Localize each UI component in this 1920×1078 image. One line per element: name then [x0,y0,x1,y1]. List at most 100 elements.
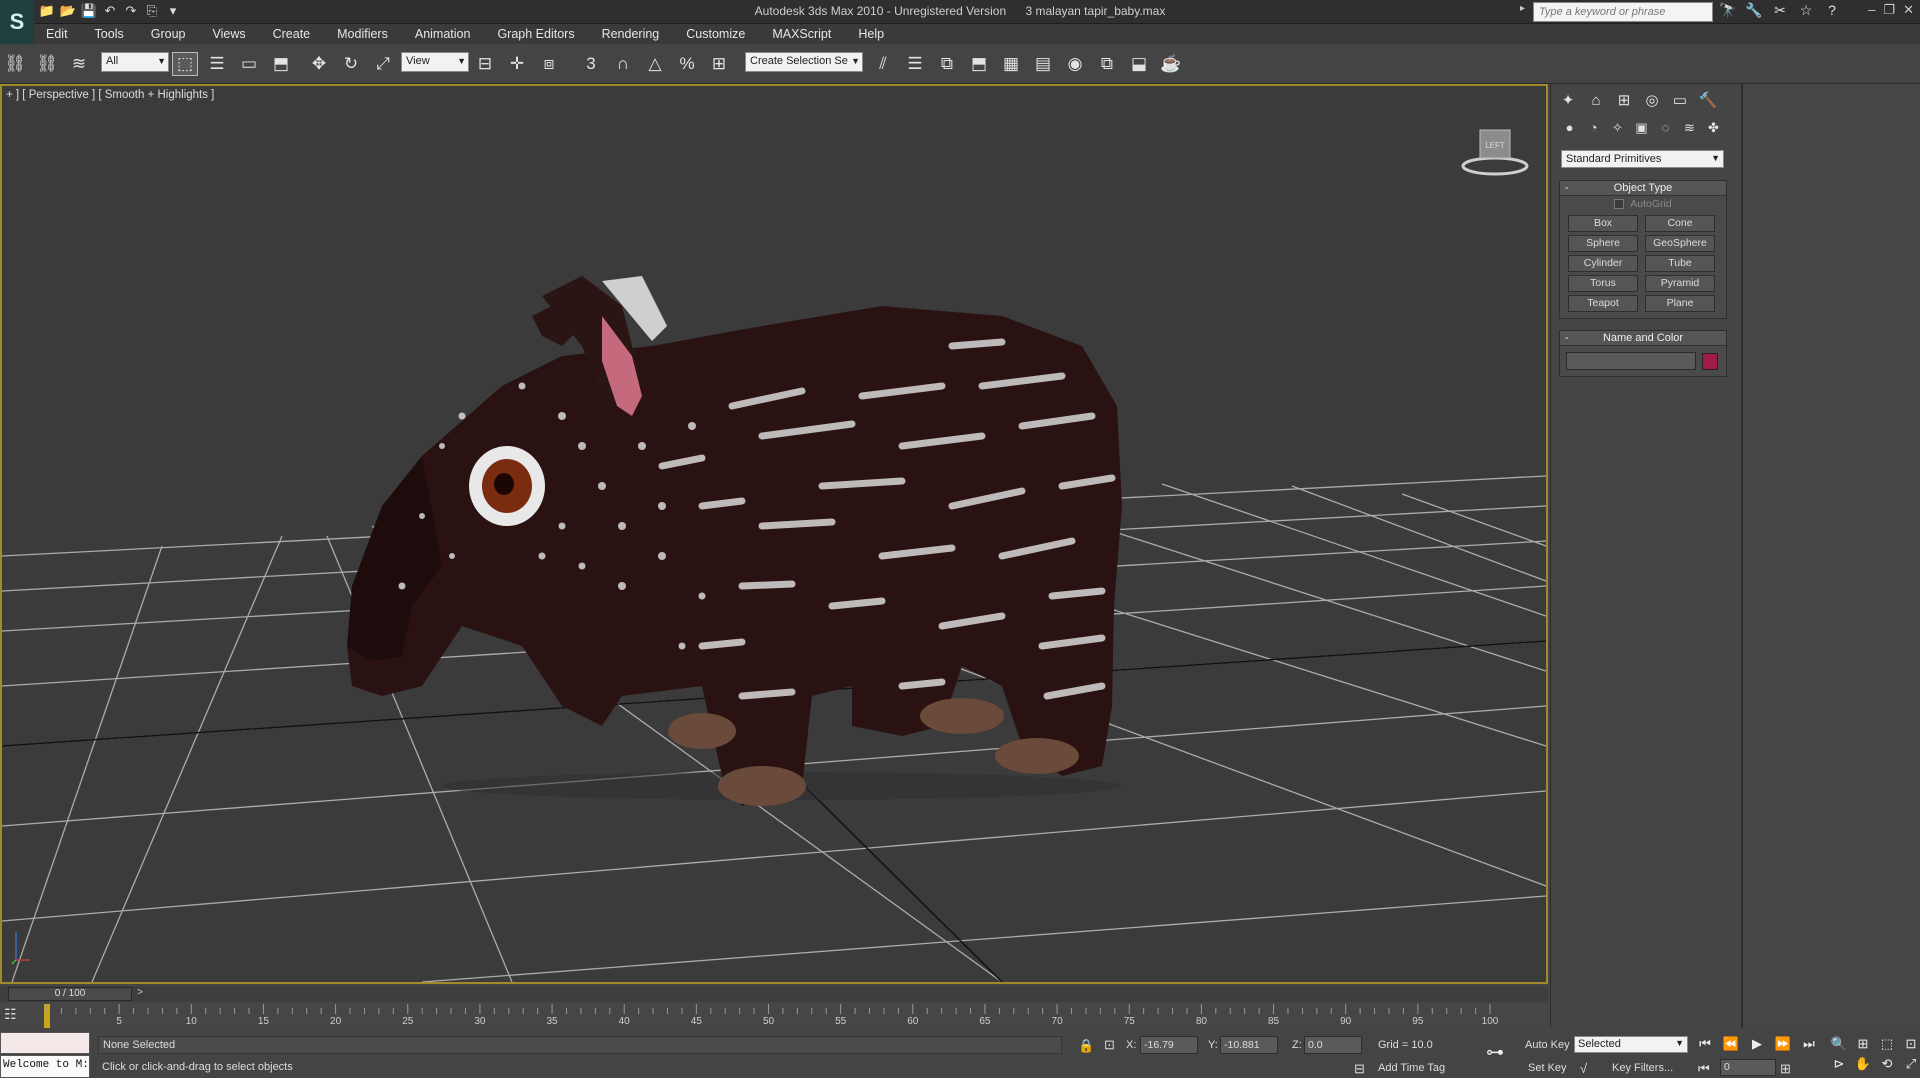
select-and-rotate-icon[interactable]: ↻ [338,52,364,76]
select-object-icon[interactable]: ⬚ [172,52,198,76]
mirror-icon[interactable]: ⫽ [870,52,896,76]
geometry-icon[interactable]: ● [1559,118,1580,138]
percent-snap-icon[interactable]: % [674,52,700,76]
go-to-start-icon[interactable]: ⏮ [1696,1036,1714,1052]
modify-tab-icon[interactable]: ⌂ [1585,90,1607,112]
help-icon[interactable]: ? [1822,2,1842,22]
geosphere-button[interactable]: GeoSphere [1645,235,1715,252]
render-production-teapot-icon[interactable]: ☕ [1158,52,1184,76]
display-tab-icon[interactable]: ▭ [1669,90,1691,112]
communication-icon[interactable]: ✂ [1770,2,1790,22]
viewcube-icon[interactable]: LEFT [1460,124,1530,180]
layer-manager-icon[interactable]: ⧉ [934,52,960,76]
orbit-icon[interactable]: ⟲ [1876,1056,1898,1072]
cameras-icon[interactable]: ▣ [1631,118,1652,138]
zoom-extents-icon[interactable]: ⬚ [1876,1036,1898,1052]
next-frame-arrow[interactable]: > [134,987,146,1001]
menu-rendering[interactable]: Rendering [602,27,660,41]
menu-modifiers[interactable]: Modifiers [337,27,388,41]
object-type-header[interactable]: - Object Type [1560,181,1726,196]
pyramid-button[interactable]: Pyramid [1645,275,1715,292]
next-frame-icon[interactable]: ⏩ [1774,1036,1792,1052]
torus-button[interactable]: Torus [1568,275,1638,292]
schematic-view-icon[interactable]: ▤ [1030,52,1056,76]
create-tab-icon[interactable]: ✦ [1557,90,1579,112]
key-filters-button[interactable]: Key Filters... [1612,1062,1673,1074]
x-coordinate-field[interactable]: -16.79 [1140,1036,1198,1054]
plane-button[interactable]: Plane [1645,295,1715,312]
rendered-frame-window-icon[interactable]: ⬓ [1126,52,1152,76]
current-frame-field[interactable]: 0 [1720,1059,1776,1076]
lights-icon[interactable]: ✧ [1607,118,1628,138]
curve-editor-icon[interactable]: ▦ [998,52,1024,76]
maximize-viewport-icon[interactable]: ⤢ [1900,1056,1920,1072]
primitive-category-dropdown[interactable]: Standard Primitives ▼ [1561,150,1724,168]
track-bar[interactable]: ☷ 5 10 15 20 25 30 35 40 45 50 55 60 65 70 75 80 85 90 95 1… [0,1002,1548,1028]
snaps-toggle-icon[interactable]: 3 [578,52,604,76]
z-coordinate-field[interactable]: 0.0 [1304,1036,1362,1054]
named-selection-dropdown[interactable]: Create Selection Se ▼ [745,52,863,72]
angle-snap-icon[interactable]: ∩ [610,52,636,76]
menu-customize[interactable]: Customize [686,27,745,41]
selection-filter-dropdown[interactable]: All ▼ [101,52,169,72]
menu-group[interactable]: Group [151,27,186,41]
unlink-selection-icon[interactable]: ⛓ [34,52,60,76]
use-pivot-center-icon[interactable]: ⊟ [472,52,498,76]
box-button[interactable]: Box [1568,215,1638,232]
teapot-button[interactable]: Teapot [1568,295,1638,312]
menu-views[interactable]: Views [212,27,245,41]
object-name-field[interactable] [1566,352,1696,370]
utilities-tab-icon[interactable]: 🔨 [1697,90,1719,112]
spinner-snap-icon[interactable]: ⊞ [706,52,732,76]
rectangular-region-icon[interactable]: ▭ [236,52,262,76]
align-icon[interactable]: ☰ [902,52,928,76]
hierarchy-tab-icon[interactable]: ⊞ [1613,90,1635,112]
maxscript-listener-output[interactable]: Welcome to M: [0,1055,90,1078]
menu-maxscript[interactable]: MAXScript [772,27,831,41]
motion-tab-icon[interactable]: ◎ [1641,90,1663,112]
zoom-all-icon[interactable]: ⊞ [1852,1036,1874,1052]
set-key-button[interactable]: Set Key [1528,1062,1567,1074]
select-and-scale-icon[interactable]: ⤢ [370,52,396,76]
menu-tools[interactable]: Tools [95,27,124,41]
shapes-icon[interactable]: ◔ [1583,118,1604,138]
manipulate-icon[interactable]: ✛ [504,52,530,76]
object-color-swatch[interactable] [1702,352,1718,370]
graphite-modeling-icon[interactable]: ⬒ [966,52,992,76]
zoom-extents-all-icon[interactable]: ⊡ [1900,1036,1920,1052]
helpers-icon[interactable]: ◌ [1655,118,1676,138]
render-setup-icon[interactable]: ⧉ [1094,52,1120,76]
perspective-viewport[interactable]: + ] [ Perspective ] [ Smooth + Highlight… [0,84,1548,984]
time-configuration-icon[interactable]: ⊞ [1780,1061,1791,1077]
key-mode-toggle-icon[interactable]: ⏮ [1698,1061,1710,1077]
favorites-star-icon[interactable]: ☆ [1796,2,1816,22]
material-editor-icon[interactable]: ◉ [1062,52,1088,76]
autogrid-checkbox[interactable] [1614,199,1625,209]
keyboard-shortcut-override-icon[interactable]: ⧈ [536,52,562,76]
set-key-icon[interactable]: ⊶ [1486,1042,1504,1063]
zoom-icon[interactable]: 🔍 [1828,1036,1850,1052]
add-time-tag[interactable]: Add Time Tag [1378,1062,1445,1074]
angle-snap-toggle-icon[interactable]: △ [642,52,668,76]
auto-key-button[interactable]: Auto Key [1525,1039,1570,1051]
default-tangents-icon[interactable]: √ [1580,1061,1587,1076]
viewport-label[interactable]: + ] [ Perspective ] [ Smooth + Highlight… [6,89,214,101]
reference-coordinate-dropdown[interactable]: View ▼ [401,52,469,72]
time-slider[interactable]: 0 / 100 [8,987,132,1001]
selection-lock-icon[interactable]: 🔒 [1078,1038,1094,1054]
pan-hand-icon[interactable]: ✋ [1852,1056,1874,1072]
play-icon[interactable]: ▶ [1748,1036,1766,1052]
key-selection-dropdown[interactable]: Selected ▼ [1574,1036,1688,1053]
systems-icon[interactable]: ✤ [1703,118,1724,138]
minimize-button[interactable]: – [1868,2,1875,18]
bind-to-space-warp-icon[interactable]: ≋ [66,52,92,76]
search-input[interactable]: Type a keyword or phrase [1533,2,1713,22]
time-tag-icon[interactable]: ⊟ [1354,1061,1365,1077]
sphere-button[interactable]: Sphere [1568,235,1638,252]
menu-graph-editors[interactable]: Graph Editors [497,27,574,41]
menu-animation[interactable]: Animation [415,27,471,41]
cylinder-button[interactable]: Cylinder [1568,255,1638,272]
select-and-move-icon[interactable]: ✥ [306,52,332,76]
close-button[interactable]: ✕ [1903,2,1914,18]
app-menu-button[interactable]: S [0,0,34,44]
